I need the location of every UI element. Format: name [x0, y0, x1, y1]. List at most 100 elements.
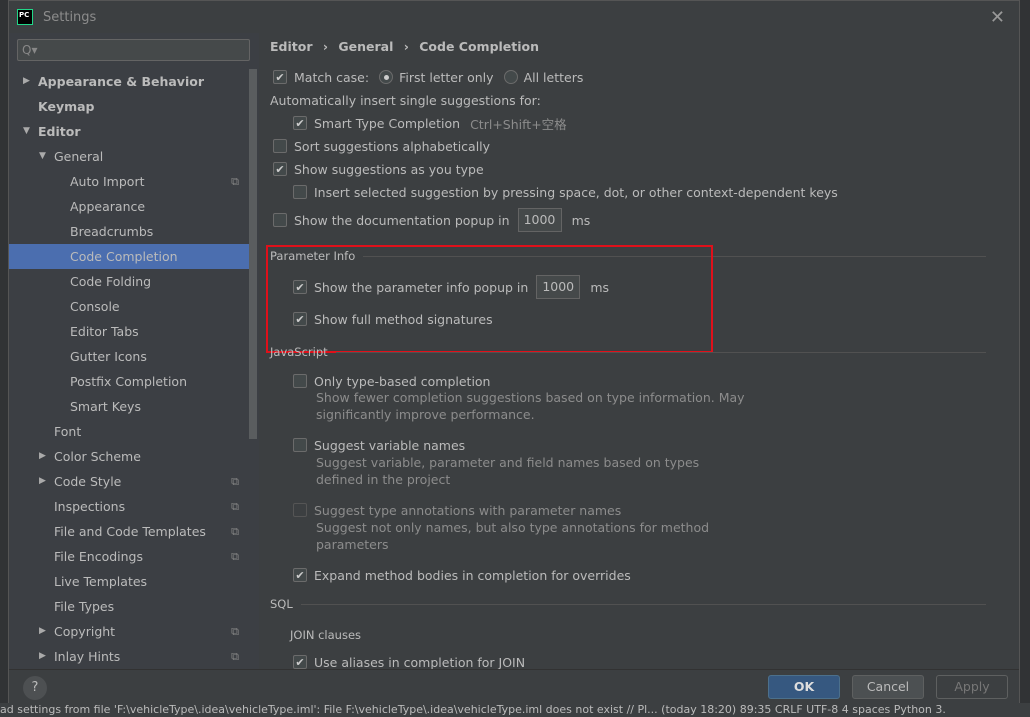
sidebar-scrollbar[interactable]: [249, 69, 257, 439]
highlight-box: [266, 245, 713, 353]
sidebar-item-label: Gutter Icons: [70, 349, 147, 364]
match-case-row: ✔ Match case: First letter only All lett…: [273, 68, 583, 86]
sidebar-item-appearance[interactable]: Appearance: [9, 194, 249, 219]
sidebar-item-console[interactable]: Console: [9, 294, 249, 319]
chevron-right-icon[interactable]: ▶: [39, 444, 46, 469]
sidebar-item-label: Smart Keys: [70, 399, 141, 414]
type-annot-description: Suggest not only names, but also type an…: [316, 520, 710, 552]
ide-status-bar: ad settings from file 'F:\vehicleType\.i…: [0, 703, 1030, 717]
first-letter-radio[interactable]: [379, 70, 394, 84]
sidebar-item-inspections[interactable]: Inspections ⧉: [9, 494, 249, 519]
sidebar-item-label: Inspections: [54, 499, 126, 514]
sidebar-item-label: Breadcrumbs: [70, 224, 154, 239]
sidebar-item-label: Editor Tabs: [70, 324, 139, 339]
sidebar-item-label: Code Completion: [70, 249, 178, 264]
sql-title: SQL: [270, 597, 293, 611]
sidebar-item-label: File Encodings: [54, 549, 144, 564]
sidebar-item-live-templates[interactable]: Live Templates: [9, 569, 249, 594]
sidebar-item-keymap[interactable]: Keymap: [9, 94, 249, 119]
chevron-right-icon[interactable]: ▶: [39, 619, 46, 644]
var-names-checkbox[interactable]: [293, 438, 307, 452]
use-aliases-checkbox[interactable]: ✔: [293, 655, 307, 669]
sidebar-item-breadcrumbs[interactable]: Breadcrumbs: [9, 219, 249, 244]
sidebar-item-code-folding[interactable]: Code Folding: [9, 269, 249, 294]
expand-bodies-row: ✔ Expand method bodies in completion for…: [293, 566, 631, 584]
sidebar-item-general[interactable]: ▼ General: [9, 144, 249, 169]
type-annot-label: Suggest type annotations with parameter …: [314, 502, 622, 518]
ok-button[interactable]: OK: [768, 675, 840, 699]
javascript-section: JavaScript: [270, 345, 986, 359]
sort-alpha-checkbox[interactable]: [273, 139, 287, 153]
breadcrumb-code-completion: Code Completion: [419, 39, 540, 54]
match-case-checkbox[interactable]: ✔: [273, 70, 287, 84]
doc-popup-ms-input[interactable]: 1000: [517, 208, 562, 232]
breadcrumb-separator: ›: [322, 39, 329, 54]
apply-button[interactable]: Apply: [936, 675, 1008, 699]
all-letters-label: All letters: [523, 69, 584, 85]
chevron-down-icon[interactable]: ▼: [39, 144, 46, 169]
sidebar-item-file-and-code-templates[interactable]: File and Code Templates ⧉: [9, 519, 249, 544]
type-based-checkbox[interactable]: [293, 374, 307, 388]
chevron-right-icon[interactable]: ▶: [39, 469, 46, 494]
sidebar-item-gutter-icons[interactable]: Gutter Icons: [9, 344, 249, 369]
sidebar-item-label: Code Style: [54, 474, 122, 489]
sidebar-item-appearance-behavior[interactable]: ▶ Appearance & Behavior: [9, 69, 249, 94]
first-letter-label: First letter only: [399, 69, 494, 85]
sidebar-item-label: File Types: [54, 599, 115, 614]
sidebar-item-label: Appearance: [70, 199, 146, 214]
project-scope-icon: ⧉: [231, 650, 239, 663]
type-based-row: Only type-based completion: [293, 372, 490, 390]
sidebar-item-copyright[interactable]: ▶ Copyright ⧉: [9, 619, 249, 644]
match-case-label: Match case:: [294, 69, 370, 85]
insert-selected-checkbox[interactable]: [293, 185, 307, 199]
sort-alpha-label: Sort suggestions alphabetically: [294, 138, 491, 154]
smart-type-checkbox[interactable]: ✔: [293, 116, 307, 130]
help-button[interactable]: ?: [23, 676, 47, 700]
insert-selected-row: Insert selected suggestion by pressing s…: [293, 183, 838, 201]
sidebar-item-file-types[interactable]: File Types: [9, 594, 249, 619]
project-scope-icon: ⧉: [231, 550, 239, 563]
sidebar-item-inlay-hints[interactable]: ▶ Inlay Hints ⧉: [9, 644, 249, 669]
sidebar-item-auto-import[interactable]: Auto Import ⧉: [9, 169, 249, 194]
settings-sidebar: Q▾ ▶ Appearance & Behavior Keymap ▼ Editor ▼ G…: [9, 33, 259, 669]
all-letters-radio[interactable]: [503, 70, 518, 84]
doc-popup-row: Show the documentation popup in 1000 ms: [273, 208, 590, 232]
use-aliases-row: ✔ Use aliases in completion for JOIN: [293, 653, 525, 669]
expand-bodies-checkbox[interactable]: ✔: [293, 568, 307, 582]
sidebar-item-label: Inlay Hints: [54, 649, 121, 664]
doc-popup-checkbox[interactable]: [273, 213, 287, 227]
type-annot-checkbox[interactable]: [293, 503, 307, 517]
chevron-right-icon[interactable]: ▶: [39, 644, 46, 669]
chevron-down-icon[interactable]: ▼: [23, 119, 30, 144]
breadcrumb-general[interactable]: General: [338, 39, 393, 54]
show-as-type-label: Show suggestions as you type: [294, 161, 484, 177]
sidebar-item-smart-keys[interactable]: Smart Keys: [9, 394, 249, 419]
pycharm-logo-icon: PC: [17, 9, 33, 25]
close-icon[interactable]: ✕: [990, 7, 1005, 28]
status-text: ad settings from file 'F:\vehicleType\.i…: [0, 703, 946, 716]
chevron-right-icon[interactable]: ▶: [23, 69, 30, 94]
sidebar-item-code-completion[interactable]: Code Completion: [9, 244, 249, 269]
join-clauses-label: JOIN clauses: [290, 626, 361, 644]
sidebar-item-editor-tabs[interactable]: Editor Tabs: [9, 319, 249, 344]
sidebar-item-label: Auto Import: [70, 174, 145, 189]
breadcrumb: Editor › General › Code Completion: [270, 39, 539, 54]
sidebar-item-font[interactable]: Font: [9, 419, 249, 444]
sidebar-item-label: General: [54, 149, 104, 164]
sidebar-item-file-encodings[interactable]: File Encodings ⧉: [9, 544, 249, 569]
settings-tree: ▶ Appearance & Behavior Keymap ▼ Editor ▼ Gene…: [9, 69, 249, 669]
sql-section: SQL: [270, 597, 986, 611]
sidebar-item-editor[interactable]: ▼ Editor: [9, 119, 249, 144]
sidebar-item-color-scheme[interactable]: ▶ Color Scheme: [9, 444, 249, 469]
title-bar: PC Settings: [9, 1, 1019, 33]
sidebar-item-label: Code Folding: [70, 274, 152, 289]
search-input[interactable]: Q▾: [17, 39, 250, 61]
sidebar-item-code-style[interactable]: ▶ Code Style ⧉: [9, 469, 249, 494]
sidebar-item-label: Font: [54, 424, 82, 439]
breadcrumb-editor[interactable]: Editor: [270, 39, 313, 54]
sidebar-item-postfix-completion[interactable]: Postfix Completion: [9, 369, 249, 394]
show-as-type-checkbox[interactable]: ✔: [273, 162, 287, 176]
auto-insert-text: Automatically insert single suggestions …: [270, 92, 541, 108]
sidebar-item-label: Editor: [38, 124, 81, 139]
cancel-button[interactable]: Cancel: [852, 675, 924, 699]
